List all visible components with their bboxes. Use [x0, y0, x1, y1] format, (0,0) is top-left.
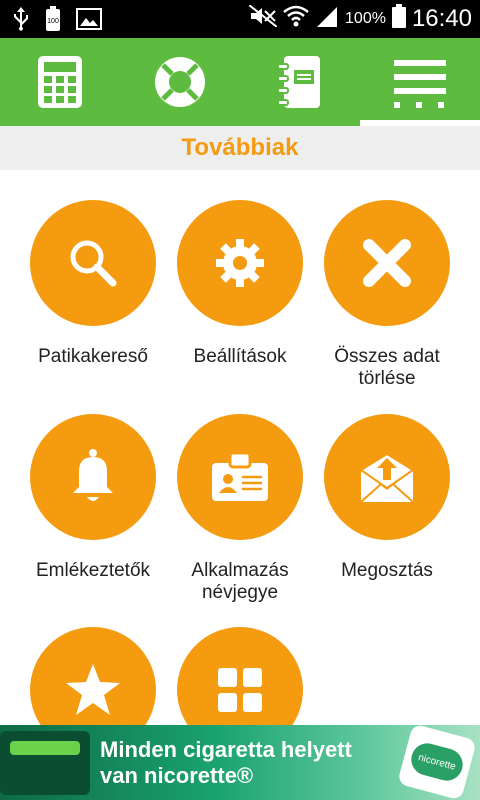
tile-circle[interactable] — [30, 414, 156, 540]
image-icon — [76, 8, 102, 35]
tab-notebook[interactable] — [240, 38, 360, 126]
id-card-icon — [212, 451, 268, 501]
notebook-icon — [277, 56, 320, 108]
brand-logo-text: nicorette — [407, 739, 467, 785]
wifi-icon — [283, 5, 309, 32]
clock: 16:40 — [411, 4, 472, 32]
status-right-icons: 100% 16:40 — [248, 4, 472, 33]
close-icon — [363, 239, 411, 287]
battery-percent: 100% — [345, 9, 386, 27]
tile-label: Beállítások — [193, 346, 287, 367]
tile-label: Összes adat törlése — [334, 346, 440, 389]
battery-small-icon: 100 — [44, 6, 62, 37]
star-icon — [66, 664, 120, 715]
grid-icon — [218, 668, 262, 712]
lifebuoy-icon — [155, 57, 205, 107]
tile-reminders[interactable]: Emlékeztetők — [13, 414, 173, 582]
tile-settings[interactable]: Beállítások — [160, 200, 320, 368]
tile-label: Alkalmazás névjegye — [191, 560, 289, 603]
tile-circle[interactable] — [324, 200, 450, 326]
tile-circle[interactable] — [324, 414, 450, 540]
tile-delete-all-data[interactable]: Összes adat törlése — [307, 200, 467, 390]
page-title: Továbbiak — [0, 126, 480, 170]
search-icon — [70, 240, 117, 287]
top-toolbar — [0, 38, 480, 126]
ad-banner[interactable]: Minden cigaretta helyett van nicorette® … — [0, 725, 480, 800]
calculator-icon — [38, 56, 82, 108]
tile-circle[interactable] — [177, 414, 303, 540]
tile-label: Megosztás — [341, 560, 433, 581]
battery-icon — [391, 4, 406, 33]
tile-label: Emlékeztetők — [35, 560, 151, 581]
brand-logo: nicorette — [397, 725, 477, 800]
tile-circle[interactable] — [177, 200, 303, 326]
menu-more-icon — [394, 60, 446, 108]
usb-icon — [12, 7, 30, 36]
status-left-icons: 100 — [12, 6, 102, 37]
tile-label: Patikakereső — [38, 346, 148, 367]
ad-text: Minden cigaretta helyett van nicorette® — [100, 737, 352, 789]
signal-icon — [315, 5, 339, 32]
bell-icon — [73, 449, 113, 501]
mute-icon — [248, 4, 278, 32]
ad-line-1: Minden cigaretta helyett — [100, 737, 352, 762]
tab-more[interactable] — [360, 38, 480, 126]
tab-help[interactable] — [120, 38, 240, 126]
gear-icon — [216, 239, 264, 287]
svg-text:100: 100 — [47, 18, 59, 25]
ad-line-2: van nicorette® — [100, 763, 254, 788]
tile-about-app[interactable]: Alkalmazás névjegye — [160, 414, 320, 604]
share-mail-icon — [359, 452, 415, 503]
tile-share[interactable]: Megosztás — [307, 414, 467, 582]
tile-circle[interactable] — [30, 200, 156, 326]
pack-stripe — [10, 741, 80, 755]
status-bar: 100 100% 16:40 — [0, 0, 480, 38]
tile-pharmacy-search[interactable]: Patikakereső — [13, 200, 173, 368]
product-pack-image — [0, 731, 90, 795]
tab-calculator[interactable] — [0, 38, 120, 126]
